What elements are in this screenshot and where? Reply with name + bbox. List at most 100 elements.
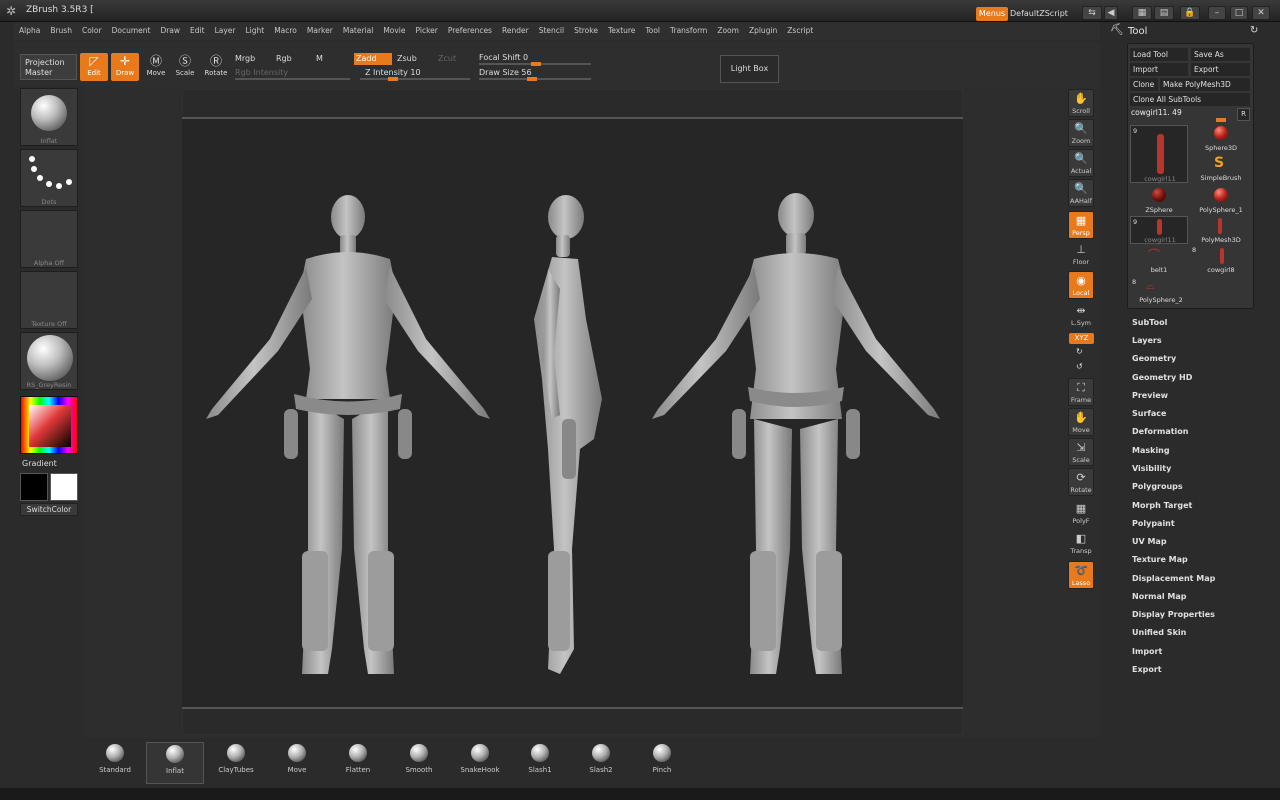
menu-zscript[interactable]: Zscript — [782, 22, 818, 40]
brush-slash1[interactable]: Slash1 — [513, 742, 567, 784]
tool-cell-polymesh3d[interactable]: PolyMesh3D — [1196, 218, 1246, 246]
rotate-y-icon[interactable]: ↻ — [1076, 346, 1083, 358]
menu-transform[interactable]: Transform — [665, 22, 712, 40]
import-button[interactable]: Import — [1130, 63, 1188, 76]
zoom-button[interactable]: 🔍 Zoom — [1068, 119, 1094, 147]
tool-cell-simplebrush[interactable]: S SimpleBrush — [1196, 156, 1246, 186]
m-button[interactable]: M — [316, 53, 323, 65]
alpha-selector[interactable]: Alpha Off — [20, 210, 78, 268]
import-section[interactable]: Import — [1132, 647, 1162, 656]
masking-section[interactable]: Masking — [1132, 446, 1170, 455]
xyz-rotate-button[interactable]: XYZ — [1069, 333, 1094, 344]
r-reset-button[interactable]: R — [1237, 108, 1250, 121]
menu-layer[interactable]: Layer — [210, 22, 241, 40]
menu-movie[interactable]: Movie — [378, 22, 410, 40]
polypaint-section[interactable]: Polypaint — [1132, 519, 1175, 528]
visibility-section[interactable]: Visibility — [1132, 464, 1171, 473]
edit-mode-button[interactable]: ◸ Edit — [80, 53, 108, 81]
brush-move[interactable]: Move — [270, 742, 324, 784]
brush-inflat[interactable]: Inflat — [146, 742, 204, 784]
mrgb-button[interactable]: Mrgb — [235, 53, 255, 65]
scale-view-button[interactable]: ⇲ Scale — [1068, 438, 1094, 466]
layers-section[interactable]: Layers — [1132, 336, 1162, 345]
rgb-button[interactable]: Rgb — [276, 53, 292, 65]
default-zscript-button[interactable]: DefaultZScript — [1010, 7, 1068, 21]
displacement-map-section[interactable]: Displacement Map — [1132, 574, 1215, 583]
frame-button[interactable]: ⛶ Frame — [1068, 378, 1094, 406]
scroll-button[interactable]: ✋ Scroll — [1068, 89, 1094, 117]
main-color-swatch[interactable] — [50, 473, 78, 501]
brush-standard[interactable]: Standard — [88, 742, 142, 784]
menu-tool[interactable]: Tool — [640, 22, 665, 40]
geometry-section[interactable]: Geometry — [1132, 354, 1176, 363]
geometry-hd-section[interactable]: Geometry HD — [1132, 373, 1192, 382]
z-intensity-track[interactable] — [360, 78, 470, 80]
clone-all-subtools-button[interactable]: Clone All SubTools — [1130, 93, 1250, 106]
menu-draw[interactable]: Draw — [155, 22, 185, 40]
menu-color[interactable]: Color — [77, 22, 107, 40]
make-polymesh3d-button[interactable]: Make PolyMesh3D — [1160, 78, 1250, 91]
subtool-section[interactable]: SubTool — [1132, 318, 1167, 327]
viewport[interactable] — [182, 117, 963, 709]
current-tool-knob[interactable] — [1216, 118, 1226, 122]
brush-snakehook[interactable]: SnakeHook — [453, 742, 507, 784]
brush-selector[interactable]: Inflat — [20, 88, 78, 146]
brush-flatten[interactable]: Flatten — [331, 742, 385, 784]
polyf-button[interactable]: ▦ PolyF — [1068, 500, 1094, 528]
focal-shift-knob[interactable] — [531, 62, 541, 66]
menu-texture[interactable]: Texture — [603, 22, 640, 40]
texture-map-section[interactable]: Texture Map — [1132, 555, 1188, 564]
load-tool-button[interactable]: Load Tool — [1130, 48, 1188, 61]
rgb-intensity-track[interactable] — [235, 78, 350, 80]
menu-zplugin[interactable]: Zplugin — [744, 22, 782, 40]
menu-alpha[interactable]: Alpha — [14, 22, 45, 40]
menu-render[interactable]: Render — [497, 22, 534, 40]
menu-preferences[interactable]: Preferences — [443, 22, 497, 40]
maximize-icon[interactable]: □ — [1230, 6, 1248, 20]
aahalf-button[interactable]: 🔍 AAHalf — [1068, 179, 1094, 207]
brush-slash2[interactable]: Slash2 — [574, 742, 628, 784]
close-icon[interactable]: ✕ — [1252, 6, 1270, 20]
brush-claytubes[interactable]: ClayTubes — [209, 742, 263, 784]
tool-cell-polysphere-1[interactable]: PolySphere_1 — [1196, 188, 1246, 218]
menu-stencil[interactable]: Stencil — [534, 22, 569, 40]
menu-marker[interactable]: Marker — [302, 22, 338, 40]
menus-toggle-button[interactable]: Menus — [976, 7, 1008, 21]
rotate-z-icon[interactable]: ↺ — [1076, 361, 1083, 373]
uv-map-section[interactable]: UV Map — [1132, 537, 1167, 546]
tool-cell-zsphere[interactable]: ZSphere — [1134, 188, 1184, 218]
actual-button[interactable]: 🔍 Actual — [1068, 149, 1094, 177]
refresh-icon[interactable]: ↻ — [1250, 25, 1258, 37]
draw-mode-button[interactable]: ✛ Draw — [111, 53, 139, 81]
material-selector[interactable]: RS_GreyResin — [20, 332, 78, 390]
gradient-toggle[interactable]: Gradient — [22, 459, 57, 468]
preview-section[interactable]: Preview — [1132, 391, 1168, 400]
scroll-left-icon[interactable]: ◀ — [1104, 6, 1118, 20]
export-section[interactable]: Export — [1132, 665, 1162, 674]
brush-pinch[interactable]: Pinch — [635, 742, 689, 784]
move-mode-button[interactable]: Ⓜ Move — [142, 53, 170, 81]
floor-button[interactable]: ⊥ Floor — [1068, 241, 1094, 269]
tool-cell-cowgirl11[interactable]: 9 cowgirl11 — [1130, 125, 1188, 183]
morph-target-section[interactable]: Morph Target — [1132, 501, 1192, 510]
export-button[interactable]: Export — [1191, 63, 1250, 76]
color-picker[interactable] — [20, 396, 78, 454]
transp-button[interactable]: ◧ Transp — [1068, 530, 1094, 558]
surface-section[interactable]: Surface — [1132, 409, 1166, 418]
tool-cell-cowgirl8[interactable]: 8 cowgirl8 — [1192, 246, 1246, 276]
menu-material[interactable]: Material — [338, 22, 378, 40]
texture-selector[interactable]: Texture Off — [20, 271, 78, 329]
lsym-button[interactable]: ⇹ L.Sym — [1068, 302, 1094, 330]
tool-cell-cowgirl11-alt[interactable]: 9 cowgirl11 — [1130, 216, 1188, 244]
move-view-button[interactable]: ✋ Move — [1068, 408, 1094, 436]
zsub-button[interactable]: Zsub — [397, 53, 417, 65]
brush-smooth[interactable]: Smooth — [392, 742, 446, 784]
unified-skin-section[interactable]: Unified Skin — [1132, 628, 1186, 637]
display-properties-section[interactable]: Display Properties — [1132, 610, 1215, 619]
menu-edit[interactable]: Edit — [185, 22, 210, 40]
lock-icon[interactable]: 🔒 — [1180, 6, 1200, 20]
layout-icon[interactable]: ▦ — [1132, 6, 1152, 20]
secondary-color-swatch[interactable] — [20, 473, 48, 501]
persp-button[interactable]: ▦ Persp — [1068, 211, 1094, 239]
current-tool-slider[interactable]: cowgirl11. 49 — [1131, 108, 1182, 117]
